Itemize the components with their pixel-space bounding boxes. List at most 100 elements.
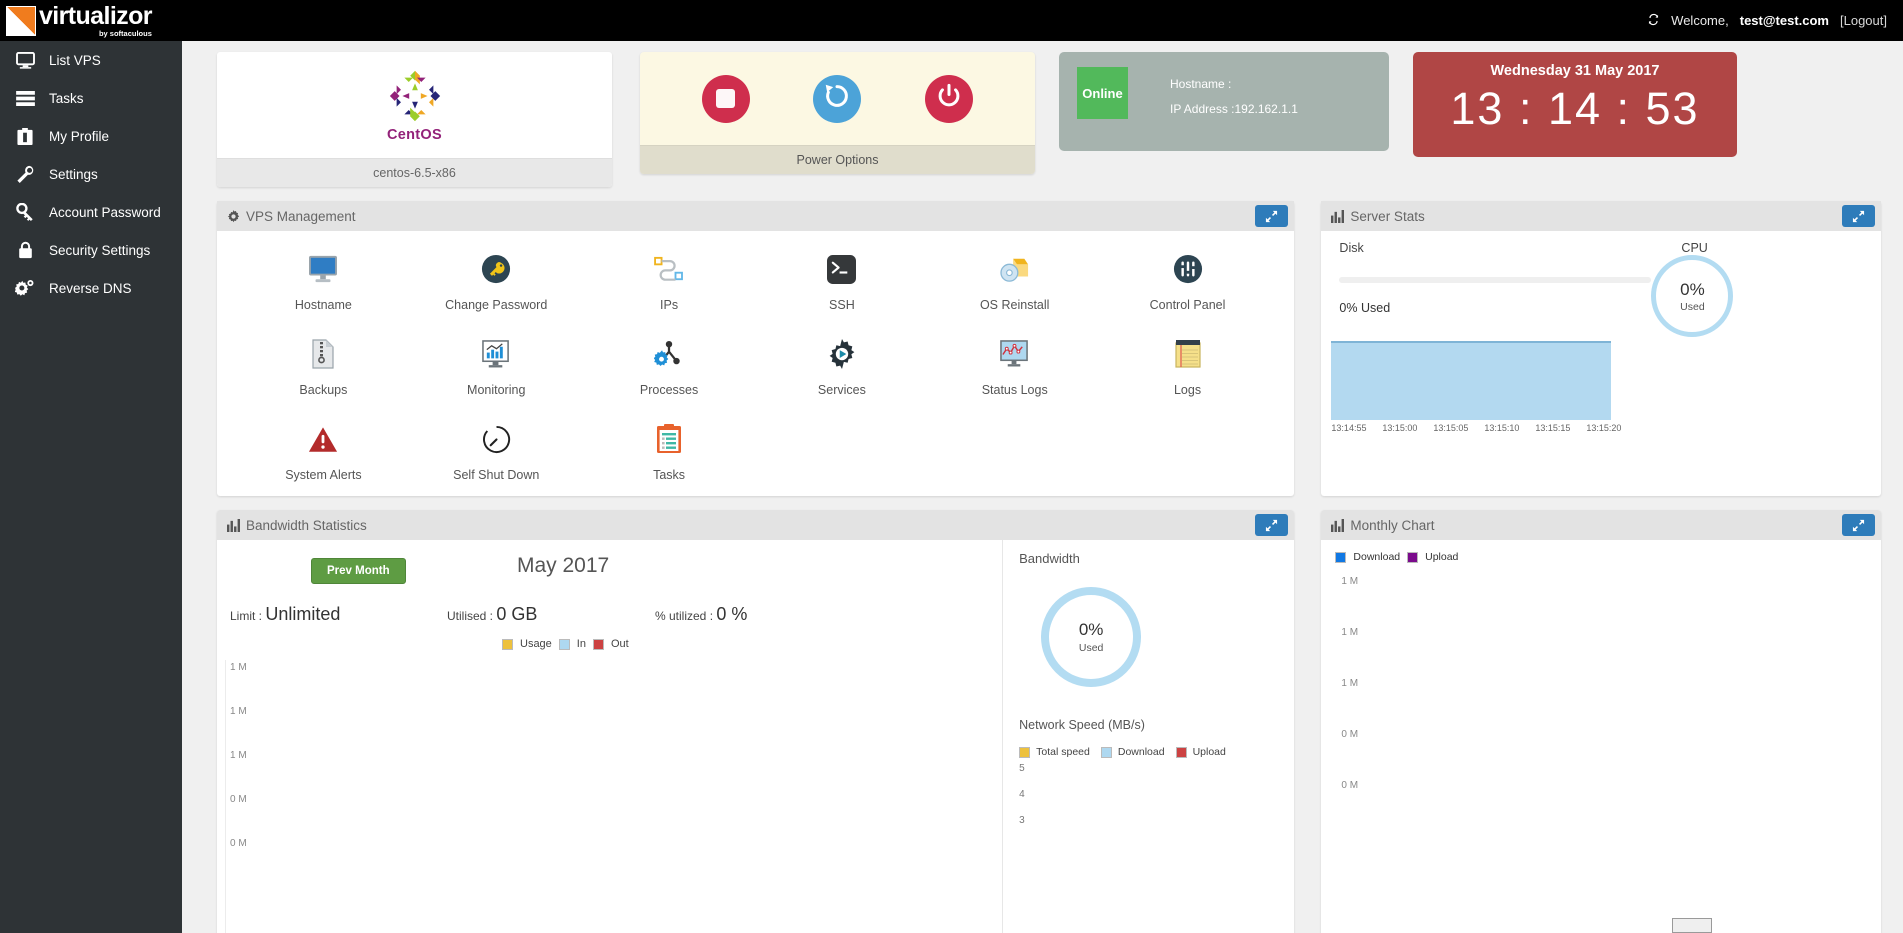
expand-icon[interactable]: [1842, 205, 1875, 227]
status-badge: Online: [1077, 67, 1128, 119]
cpu-donut-gauge: 0% Used: [1651, 255, 1734, 337]
vps-item-status-logs[interactable]: Status Logs: [928, 328, 1101, 413]
power-widget: Power Options: [640, 52, 1035, 174]
main-content: CentOS centos-6.5-x86 Power Options Onli…: [182, 41, 1903, 933]
hostname-label: Hostname :: [1170, 77, 1232, 91]
y-tick: 3: [1019, 815, 1025, 826]
user-email: test@test.com: [1739, 13, 1829, 28]
y-tick: 1 M: [230, 750, 247, 761]
vps-management-panel: VPS Management Hostname Change Password …: [217, 201, 1294, 496]
sidebar-item-settings[interactable]: Settings: [0, 155, 182, 193]
bandwidth-chart-axis-line: [225, 660, 226, 933]
x-tick: 13:15:15: [1535, 423, 1571, 433]
document-zip-icon: [311, 334, 335, 374]
sidebar-item-my-profile[interactable]: My Profile: [0, 117, 182, 155]
sidebar-item-security-settings[interactable]: Security Settings: [0, 231, 182, 269]
server-stats-area-chart: [1331, 341, 1612, 420]
vps-item-services[interactable]: Services: [755, 328, 928, 413]
expand-icon[interactable]: [1254, 205, 1288, 227]
brand-logo[interactable]: virtualizor by softaculous: [0, 0, 182, 41]
sidebar-item-account-password[interactable]: Account Password: [0, 193, 182, 231]
os-caption: centos-6.5-x86: [217, 158, 612, 187]
sidebar-item-label: My Profile: [49, 128, 110, 144]
power-buttons: [640, 52, 1035, 145]
server-stats-body: Disk CPU 0% Used 0% Used 13:14:55 13:15:…: [1321, 231, 1881, 494]
vps-item-os-reinstall[interactable]: OS Reinstall: [928, 243, 1101, 328]
vps-item-change-password[interactable]: Change Password: [410, 243, 583, 328]
legend-swatch-in: [558, 638, 570, 650]
clipboard-icon: [656, 419, 682, 459]
legend-item-download: Download: [1100, 746, 1165, 758]
legend-swatch-out: [592, 638, 604, 650]
y-tick: 4: [1019, 789, 1025, 800]
expand-icon[interactable]: [1254, 514, 1288, 536]
sidebar-item-label: Settings: [49, 166, 98, 182]
sidebar: List VPS Tasks My Profile Settings Accou…: [0, 41, 182, 933]
briefcase-icon: [12, 126, 38, 146]
vps-item-tasks[interactable]: Tasks: [583, 413, 756, 498]
bandwidth-left: Prev Month May 2017 Limit : Unlimited Ut…: [217, 540, 1002, 933]
legend-label: Upload: [1425, 551, 1459, 563]
sidebar-item-tasks[interactable]: Tasks: [0, 79, 182, 117]
monthly-chart-y-axis: 1 M 1 M 1 M 0 M 0 M: [1335, 576, 1881, 791]
logout-link[interactable]: [Logout]: [1840, 13, 1887, 28]
notepad-icon: [1174, 334, 1201, 374]
timer-icon: [482, 419, 511, 459]
legend-label: Download: [1353, 551, 1401, 563]
legend-label: Out: [610, 638, 629, 650]
page-corner-box[interactable]: [1672, 918, 1712, 933]
disc-folder-icon: [1000, 249, 1030, 289]
restart-button[interactable]: [813, 74, 862, 123]
vps-item-logs[interactable]: Logs: [1101, 328, 1274, 413]
legend-label: Total speed: [1036, 746, 1090, 758]
bandwidth-statistics-panel: Bandwidth Statistics Prev Month May 2017…: [217, 510, 1294, 933]
bar-chart-icon: [1331, 209, 1345, 223]
bandwidth-donut-title: Bandwidth: [1019, 551, 1080, 566]
vps-item-ssh[interactable]: SSH: [755, 243, 928, 328]
utilised-label: Utilised :: [447, 609, 494, 623]
bandwidth-donut-percent: 0%: [1078, 620, 1104, 639]
sidebar-item-list-vps[interactable]: List VPS: [0, 41, 182, 79]
monthly-chart-header: Monthly Chart: [1321, 510, 1881, 540]
expand-icon[interactable]: [1842, 514, 1875, 536]
legend-label: In: [576, 638, 586, 650]
vps-management-header: VPS Management: [217, 201, 1294, 231]
power-caption: Power Options: [640, 145, 1035, 174]
percent-value: 0 %: [716, 604, 748, 624]
stop-button[interactable]: [701, 74, 750, 123]
top-bar: virtualizor by softaculous Welcome, test…: [0, 0, 1903, 41]
y-tick: 1 M: [230, 662, 247, 673]
key-circle-icon: [481, 249, 511, 289]
vps-item-label: Backups: [299, 383, 348, 397]
vps-item-self-shut-down[interactable]: Self Shut Down: [410, 413, 583, 498]
vps-item-ips[interactable]: IPs: [583, 243, 756, 328]
vps-item-control-panel[interactable]: Control Panel: [1101, 243, 1274, 328]
ip-address-label: IP Address :192.162.1.1: [1170, 102, 1298, 116]
vps-item-hostname[interactable]: Hostname: [237, 243, 410, 328]
sidebar-item-label: Account Password: [49, 204, 161, 220]
prev-month-button[interactable]: Prev Month: [311, 558, 406, 584]
vps-item-monitoring[interactable]: Monitoring: [410, 328, 583, 413]
gear-play-icon: [827, 334, 857, 374]
bandwidth-body: Prev Month May 2017 Limit : Unlimited Ut…: [217, 540, 1294, 933]
os-widget: CentOS centos-6.5-x86: [217, 52, 612, 187]
refresh-icon[interactable]: [1647, 13, 1660, 29]
clock-widget: Wednesday 31 May 2017 13 : 14 : 53: [1413, 52, 1737, 157]
cpu-label: CPU: [1681, 241, 1708, 255]
x-tick: 13:15:20: [1586, 423, 1622, 433]
centos-wordmark: CentOS: [387, 127, 442, 143]
vps-item-processes[interactable]: Processes: [583, 328, 756, 413]
x-tick: 13:15:05: [1433, 423, 1469, 433]
vps-item-backups[interactable]: Backups: [237, 328, 410, 413]
mid-row: VPS Management Hostname Change Password …: [182, 187, 1903, 496]
y-tick: 0 M: [230, 794, 247, 805]
vps-item-system-alerts[interactable]: System Alerts: [237, 413, 410, 498]
sidebar-item-label: List VPS: [49, 52, 101, 68]
vps-item-label: Tasks: [653, 468, 686, 482]
limit-label: Limit :: [230, 609, 263, 623]
legend-label: Usage: [520, 638, 552, 650]
terminal-icon: [827, 249, 857, 289]
sidebar-item-reverse-dns[interactable]: Reverse DNS: [0, 269, 182, 307]
warning-triangle-icon: [308, 419, 338, 459]
power-button[interactable]: [925, 74, 974, 123]
